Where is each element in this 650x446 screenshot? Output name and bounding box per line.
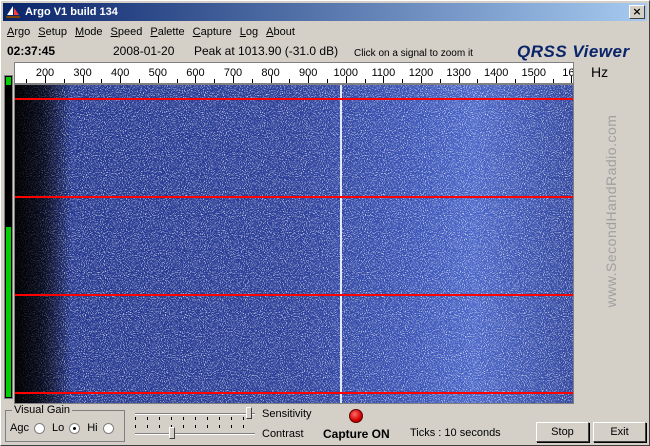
frequency-tick: [345, 76, 347, 83]
menu-log[interactable]: Log: [236, 26, 262, 38]
frequency-tick: [458, 76, 460, 83]
frequency-tick: [533, 76, 535, 83]
time-marker-line: [15, 98, 573, 100]
clock-time: 02:37:45: [7, 44, 56, 58]
menu-bar: Argo Setup Mode Speed Palette Capture Lo…: [3, 22, 647, 41]
frequency-tick: [195, 76, 197, 83]
menu-palette[interactable]: Palette: [146, 26, 188, 38]
close-icon[interactable]: ×: [629, 5, 645, 19]
time-marker-line: [15, 294, 573, 296]
watermark-text: www.SecondHandRadio.com: [603, 114, 619, 308]
menu-about[interactable]: About: [262, 26, 299, 38]
title-bar[interactable]: Argo V1 build 134 ×: [3, 3, 647, 21]
clock-date: 2008-01-20: [113, 44, 175, 58]
visual-gain-group: Visual Gain Agc Lo Hi: [5, 404, 125, 442]
hi-label: Hi: [87, 422, 98, 434]
waterfall-edge-shade: [15, 85, 573, 403]
visual-gain-options: Agc Lo Hi: [10, 422, 119, 434]
frequency-tick: [477, 79, 479, 83]
capture-status: Capture ON: [323, 427, 390, 441]
ship-icon: [5, 5, 21, 19]
time-marker-line: [15, 392, 573, 394]
frequency-scale[interactable]: 200 300 400 500 600 700 800 900 1000 1100 1200 1300…: [14, 62, 574, 84]
frequency-tick: [327, 79, 328, 83]
frequency-tick: [383, 76, 385, 83]
frequency-tick: [402, 79, 404, 83]
menu-capture[interactable]: Capture: [189, 26, 236, 38]
contrast-track: [135, 433, 255, 435]
agc-radio[interactable]: [33, 422, 45, 434]
menu-setup[interactable]: Setup: [34, 26, 71, 38]
frequency-tick: [439, 79, 441, 83]
visual-gain-legend: Visual Gain: [12, 404, 73, 416]
time-marker-line: [15, 196, 573, 198]
ticks-interval: Ticks : 10 seconds: [410, 427, 501, 439]
level-peak-indicator: [6, 77, 11, 85]
zoom-hint: Click on a signal to zoom it: [354, 48, 473, 59]
frequency-tick: [421, 76, 422, 83]
frequency-tick: [515, 79, 516, 83]
exit-button[interactable]: Exit: [593, 422, 646, 442]
frequency-tick: [139, 79, 140, 83]
frequency-tick: [364, 79, 366, 83]
hi-radio[interactable]: [102, 422, 114, 434]
signal-level-meter: [4, 75, 13, 399]
waterfall-canvas[interactable]: [15, 85, 574, 404]
menu-argo[interactable]: Argo: [3, 26, 34, 38]
frequency-tick: [82, 76, 84, 83]
argo-window: Argo V1 build 134 × Argo Setup Mode Spee…: [0, 0, 650, 446]
contrast-ticks: [135, 425, 255, 428]
frequency-tick: [251, 79, 253, 83]
frequency-unit: Hz: [591, 64, 609, 80]
frequency-tick: [289, 79, 291, 83]
contrast-thumb[interactable]: [169, 427, 176, 439]
sensitivity-thumb[interactable]: [245, 407, 252, 419]
menu-mode[interactable]: Mode: [71, 26, 107, 38]
stop-button[interactable]: Stop: [536, 422, 589, 442]
menu-speed[interactable]: Speed: [107, 26, 147, 38]
frequency-tick: [308, 76, 310, 83]
status-row: 02:37:45 2008-01-20 Peak at 1013.90 (-31…: [1, 42, 650, 62]
peak-readout: Peak at 1013.90 (-31.0 dB): [194, 44, 339, 58]
sensitivity-label: Sensitivity: [262, 408, 312, 420]
frequency-tick: [26, 79, 28, 83]
contrast-label: Contrast: [262, 428, 304, 440]
frequency-tick: [233, 76, 234, 83]
frequency-tick: [270, 76, 272, 83]
sensitivity-ticks: [135, 417, 255, 420]
agc-label: Agc: [10, 422, 29, 434]
frequency-tick: [214, 79, 216, 83]
frequency-tick: [120, 76, 122, 83]
brand-logo: QRSS Viewer: [517, 42, 630, 61]
level-fill: [6, 227, 11, 397]
lo-label: Lo: [51, 422, 65, 434]
frequency-tick: [45, 76, 46, 83]
frequency-tick: [63, 79, 65, 83]
frequency-tick: [571, 76, 573, 83]
capture-indicator-icon: [349, 409, 363, 423]
contrast-slider[interactable]: [135, 425, 255, 441]
sensitivity-track: [135, 413, 255, 415]
watermark: www.SecondHandRadio.com: [599, 91, 623, 331]
frequency-tick: [101, 79, 103, 83]
frequency-tick: [496, 76, 498, 83]
frequency-tick: [157, 76, 159, 83]
frequency-tick: [176, 79, 178, 83]
frequency-tick: [552, 79, 554, 83]
lo-radio[interactable]: [69, 422, 81, 434]
carrier-signal-trace: [340, 85, 342, 403]
window-title: Argo V1 build 134: [25, 6, 118, 18]
sensitivity-slider[interactable]: [135, 407, 255, 421]
waterfall-display[interactable]: [14, 84, 574, 404]
